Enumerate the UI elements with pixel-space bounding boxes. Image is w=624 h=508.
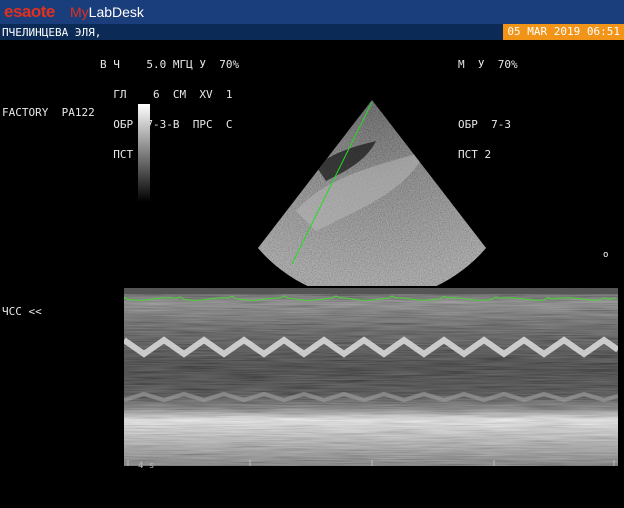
b-mode-parameters: В Ч 5.0 МГЦ У 70% ГЛ 6 СМ XV 1 ОБР 7-3-В…	[100, 40, 239, 170]
probe-label: FACTORY PA122	[2, 106, 95, 119]
brand-my: My	[70, 4, 89, 20]
param-line: ОБР 7-3-В ПРС С	[100, 118, 233, 131]
mylabdesk-title: MyLabDesk	[70, 4, 144, 20]
orientation-marker: o	[603, 250, 609, 260]
grayscale-bar	[138, 104, 150, 202]
exam-datetime: 05 MAR 2019 06:51	[503, 24, 624, 40]
param-line: ГЛ 6 СМ XV 1	[100, 88, 233, 101]
param-line: ПСТ 2	[100, 148, 147, 161]
m-mode-trace	[124, 288, 618, 466]
esaote-logo: esaote	[4, 2, 55, 21]
heart-rate-label: ЧСС <<	[2, 305, 42, 318]
brand-labdesk: LabDesk	[88, 4, 144, 20]
patient-name: ПЧЕЛИНЦЕВА ЭЛЯ,	[2, 26, 102, 39]
b-mode-sector-image	[256, 96, 488, 286]
param-line: М У 70%	[458, 58, 518, 71]
app-title-bar: esaote MyLabDesk	[0, 0, 624, 24]
param-line: В Ч 5.0 МГЦ У 70%	[100, 58, 240, 71]
time-scale-label: 4 s	[138, 461, 155, 471]
